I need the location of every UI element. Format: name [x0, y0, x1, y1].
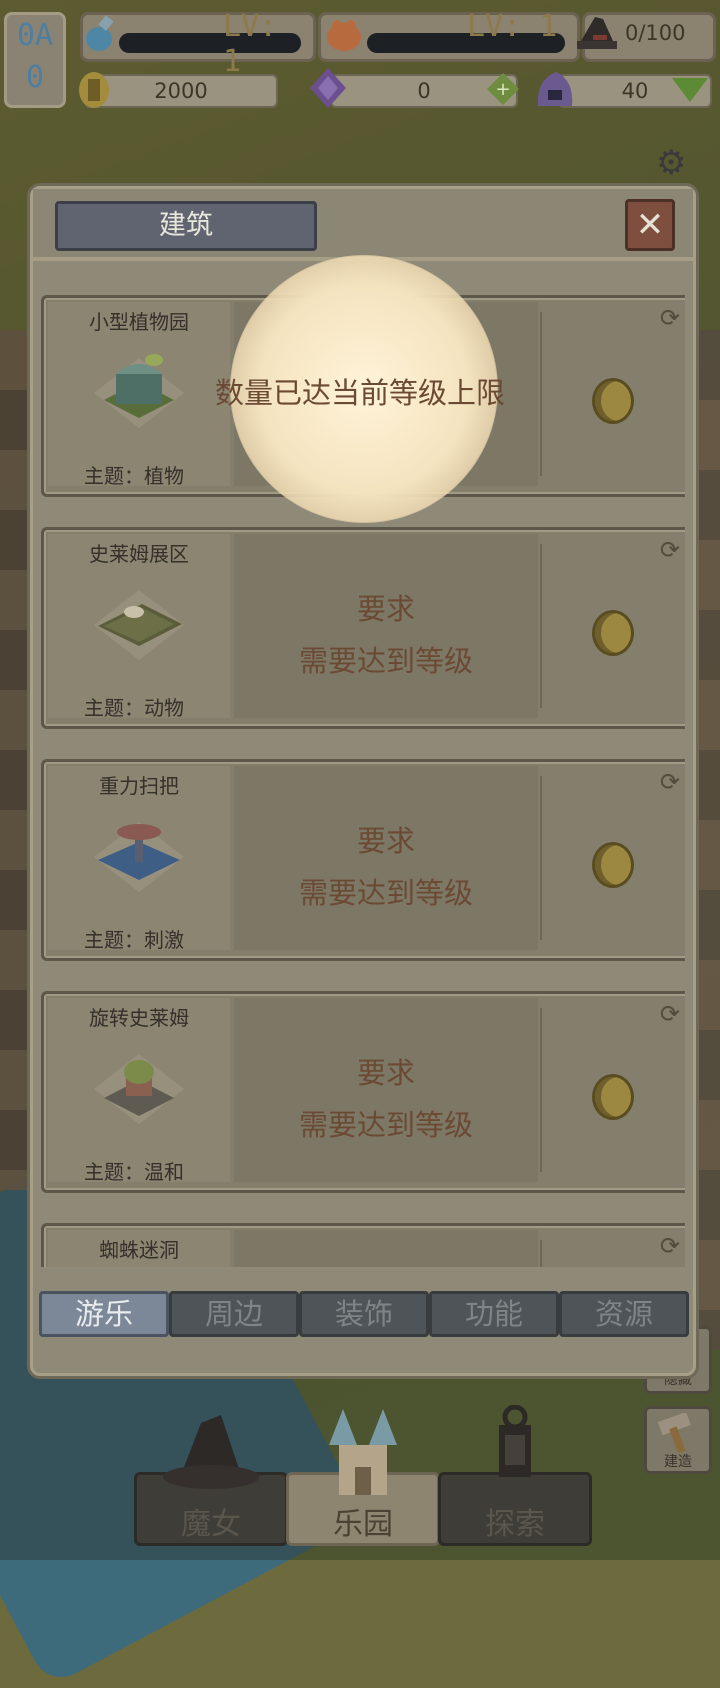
building-requirement-area: [234, 1230, 538, 1267]
player-level-bottom: 0: [25, 60, 45, 95]
building-name: 旋转史莱姆: [89, 1006, 189, 1030]
building-card[interactable]: 重力扫把 主题：刺激 要求 需要达到等级 ⟳: [41, 759, 685, 961]
slime-mana-icon: [532, 66, 578, 110]
nav-witch-button[interactable]: 魔女: [134, 1415, 288, 1546]
tab-resource[interactable]: 资源: [559, 1291, 689, 1337]
refresh-icon[interactable]: ⟳: [660, 768, 680, 796]
requirement-detail: 需要达到等级: [298, 644, 473, 678]
building-theme: 主题：温和: [84, 1160, 184, 1184]
pet-exp-bar[interactable]: LV: 1: [318, 9, 580, 62]
requirement-title: 要求: [356, 1056, 415, 1090]
close-button[interactable]: ✕: [625, 199, 675, 251]
nav-witch-label: 魔女: [181, 1507, 241, 1542]
player-level-top: 0A: [16, 18, 54, 53]
witch-hat-icon: [575, 11, 619, 55]
hammer-icon: [657, 1413, 691, 1453]
nav-explore-button[interactable]: 探索: [438, 1405, 592, 1546]
gold-coin-icon: [592, 378, 634, 424]
requirement-title: 要求: [356, 824, 415, 858]
gold-coin-icon: [76, 70, 112, 110]
spinning-slime-thumbnail: [94, 1054, 184, 1124]
divider: [540, 776, 542, 940]
building-requirement-area: 要求 需要达到等级: [234, 998, 538, 1182]
category-tabs: 游乐 周边 装饰 功能 资源: [39, 1291, 689, 1337]
castle-icon: [329, 1409, 397, 1495]
witch-hat-count: 0/100: [625, 21, 686, 45]
pet-level-label: LV: 1: [467, 9, 558, 44]
divider: [540, 544, 542, 708]
player-level-box[interactable]: 0A 0: [4, 12, 66, 108]
svg-text:+: +: [495, 79, 510, 100]
building-theme: 主题：刺激: [84, 928, 184, 952]
building-card[interactable]: 蜘蛛迷洞 ⟳: [41, 1223, 685, 1267]
refresh-icon[interactable]: ⟳: [660, 1000, 680, 1028]
lantern-icon: [499, 1405, 531, 1477]
refresh-icon[interactable]: ⟳: [660, 536, 680, 564]
botanical-garden-thumbnail: [94, 354, 184, 428]
building-info: 重力扫把 主题：刺激: [48, 766, 230, 952]
building-card[interactable]: 史莱姆展区 主题：动物 要求 需要达到等级 ⟳: [41, 527, 685, 729]
building-info: 蜘蛛迷洞: [48, 1230, 230, 1267]
building-info: 旋转史莱姆 主题：温和: [48, 998, 230, 1184]
potion-level-label: LV: 1: [223, 9, 278, 79]
nav-explore-label: 探索: [485, 1507, 545, 1542]
slime-exhibit-thumbnail: [94, 590, 184, 660]
gold-coin-icon: [592, 842, 634, 888]
gold-coin-icon: [592, 610, 634, 656]
potion-exp-bar[interactable]: LV: 1: [77, 9, 316, 79]
pet-icon: [323, 15, 365, 55]
tab-function[interactable]: 功能: [429, 1291, 559, 1337]
tab-amusement[interactable]: 游乐: [39, 1291, 169, 1337]
gold-value: 2000: [154, 79, 208, 103]
divider: [540, 1240, 542, 1267]
nav-park-button[interactable]: 乐园: [286, 1409, 440, 1546]
building-name: 小型植物园: [89, 310, 189, 334]
build-label: 建造: [664, 1454, 692, 1470]
building-requirement-area: 要求 需要达到等级: [234, 534, 538, 718]
building-name: 重力扫把: [99, 774, 179, 798]
tab-decoration[interactable]: 装饰: [299, 1291, 429, 1337]
building-info: 史莱姆展区 主题：动物: [48, 534, 230, 720]
building-card[interactable]: 旋转史莱姆 主题：温和 要求 需要达到等级 ⟳: [41, 991, 685, 1193]
mana-value: 40: [621, 79, 649, 103]
divider: [540, 312, 542, 476]
build-button[interactable]: 建造: [644, 1406, 712, 1474]
requirement-detail: 需要达到等级: [298, 1108, 473, 1142]
nav-park-label: 乐园: [333, 1507, 393, 1542]
gem-value: 0: [417, 79, 431, 103]
building-theme: 主题：动物: [84, 696, 184, 720]
purple-gem-icon: [306, 66, 350, 110]
building-requirement-area: 要求 需要达到等级: [234, 766, 538, 950]
refresh-icon[interactable]: ⟳: [660, 1232, 680, 1260]
gravity-broom-thumbnail: [94, 822, 184, 892]
refresh-icon[interactable]: ⟳: [660, 304, 680, 332]
requirement-title: 要求: [356, 592, 415, 626]
dropdown-triangle-icon[interactable]: [670, 76, 710, 104]
add-gem-icon[interactable]: +: [486, 72, 520, 106]
gold-coin-icon: [592, 1074, 634, 1120]
panel-header: 建筑 ✕: [33, 189, 693, 261]
requirement-detail: 需要达到等级: [298, 876, 473, 910]
building-name: 史莱姆展区: [89, 542, 189, 566]
settings-gear-icon[interactable]: ⚙: [656, 146, 690, 180]
tab-merchandise[interactable]: 周边: [169, 1291, 299, 1337]
building-theme: 主题：植物: [84, 464, 184, 488]
witch-hat-counter[interactable]: 0/100: [577, 12, 716, 62]
divider: [540, 1008, 542, 1172]
witch-hat-icon: [163, 1415, 259, 1489]
limit-reached-message: 数量已达当前等级上限: [214, 376, 505, 410]
gold-counter[interactable]: 2000: [84, 74, 278, 108]
potion-icon: [77, 13, 117, 57]
panel-title: 建筑: [55, 201, 317, 251]
building-name: 蜘蛛迷洞: [99, 1238, 179, 1262]
